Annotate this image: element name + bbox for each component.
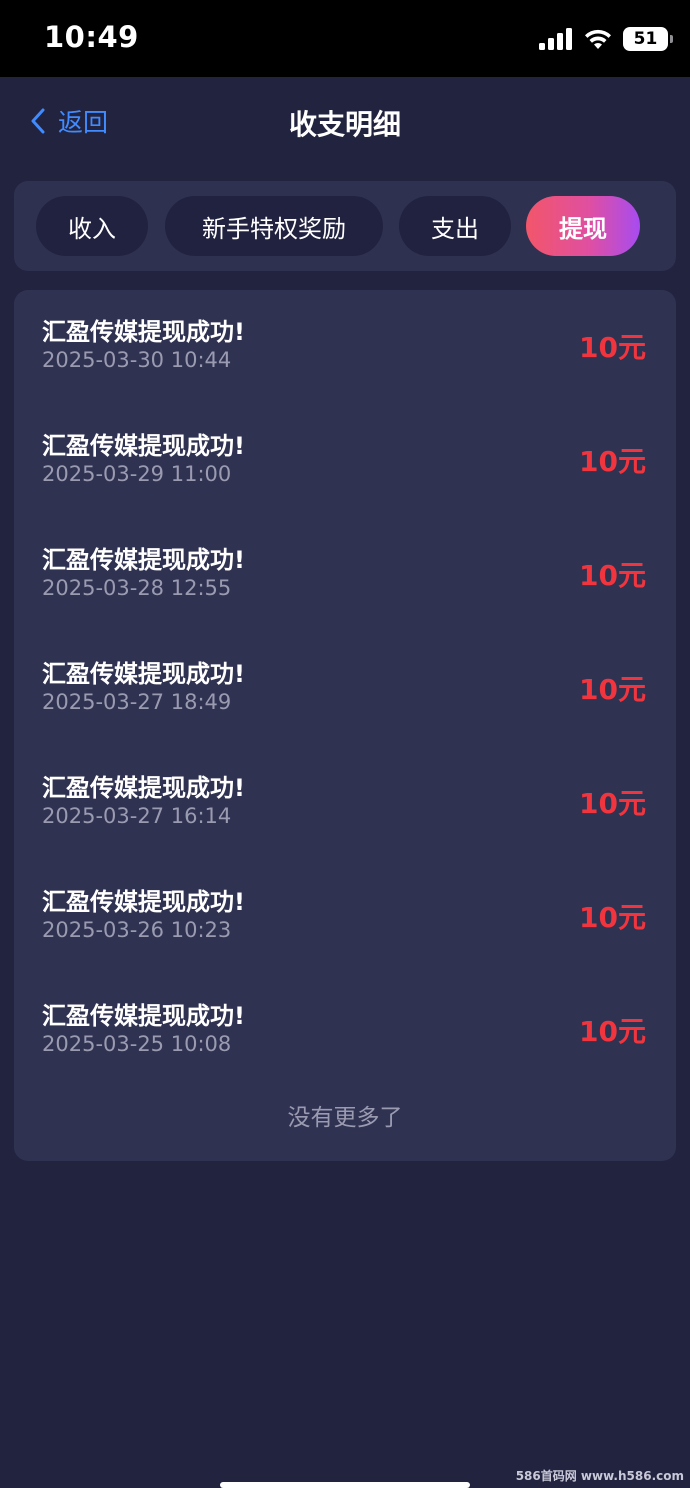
record-title: 汇盈传媒提现成功!: [42, 1002, 245, 1030]
status-bar: 10:49 51: [0, 0, 690, 77]
list-item: 汇盈传媒提现成功! 2025-03-28 12:55 10元: [14, 518, 676, 628]
status-icons: 51: [539, 24, 673, 54]
record-amount: 10元: [579, 901, 646, 934]
record-amount: 10元: [579, 331, 646, 364]
list-item: 汇盈传媒提现成功! 2025-03-30 10:44 10元: [14, 290, 676, 400]
record-title: 汇盈传媒提现成功!: [42, 660, 245, 688]
record-title: 汇盈传媒提现成功!: [42, 432, 245, 460]
record-date: 2025-03-30 10:44: [42, 348, 232, 372]
record-date: 2025-03-25 10:08: [42, 1032, 232, 1056]
filter-tabs: 收入 新手特权奖励 支出 提现: [14, 181, 676, 271]
record-amount: 10元: [579, 673, 646, 706]
list-item: 汇盈传媒提现成功! 2025-03-26 10:23 10元: [14, 860, 676, 970]
record-date: 2025-03-29 11:00: [42, 462, 232, 486]
signal-icon: [539, 28, 572, 50]
status-time: 10:49: [44, 20, 139, 54]
record-amount: 10元: [579, 445, 646, 478]
tab-income[interactable]: 收入: [36, 196, 148, 256]
record-amount: 10元: [579, 559, 646, 592]
list-item: 汇盈传媒提现成功! 2025-03-25 10:08 10元: [14, 974, 676, 1084]
watermark: 586首码网 www.h586.com: [515, 1469, 684, 1483]
record-amount: 10元: [579, 787, 646, 820]
record-date: 2025-03-26 10:23: [42, 918, 232, 942]
record-title: 汇盈传媒提现成功!: [42, 546, 245, 574]
record-date: 2025-03-27 16:14: [42, 804, 232, 828]
record-date: 2025-03-27 18:49: [42, 690, 232, 714]
tab-newbie-reward[interactable]: 新手特权奖励: [165, 196, 383, 256]
record-title: 汇盈传媒提现成功!: [42, 888, 245, 916]
tab-withdraw[interactable]: 提现: [526, 196, 640, 256]
record-date: 2025-03-28 12:55: [42, 576, 232, 600]
nav-bar: 返回 收支明细: [0, 77, 690, 167]
record-title: 汇盈传媒提现成功!: [42, 318, 245, 346]
page-title: 收支明细: [288, 108, 401, 141]
record-title: 汇盈传媒提现成功!: [42, 774, 245, 802]
list-item: 汇盈传媒提现成功! 2025-03-27 16:14 10元: [14, 746, 676, 856]
list-item: 汇盈传媒提现成功! 2025-03-27 18:49 10元: [14, 632, 676, 742]
records-list: 汇盈传媒提现成功! 2025-03-30 10:44 10元 汇盈传媒提现成功!…: [14, 290, 676, 1161]
home-indicator[interactable]: [220, 1482, 470, 1488]
wifi-icon: [585, 29, 611, 49]
battery-icon: 51: [623, 27, 673, 51]
record-amount: 10元: [579, 1015, 646, 1048]
list-end-text: 没有更多了: [287, 1105, 403, 1131]
list-item: 汇盈传媒提现成功! 2025-03-29 11:00 10元: [14, 404, 676, 514]
tab-expense[interactable]: 支出: [399, 196, 511, 256]
